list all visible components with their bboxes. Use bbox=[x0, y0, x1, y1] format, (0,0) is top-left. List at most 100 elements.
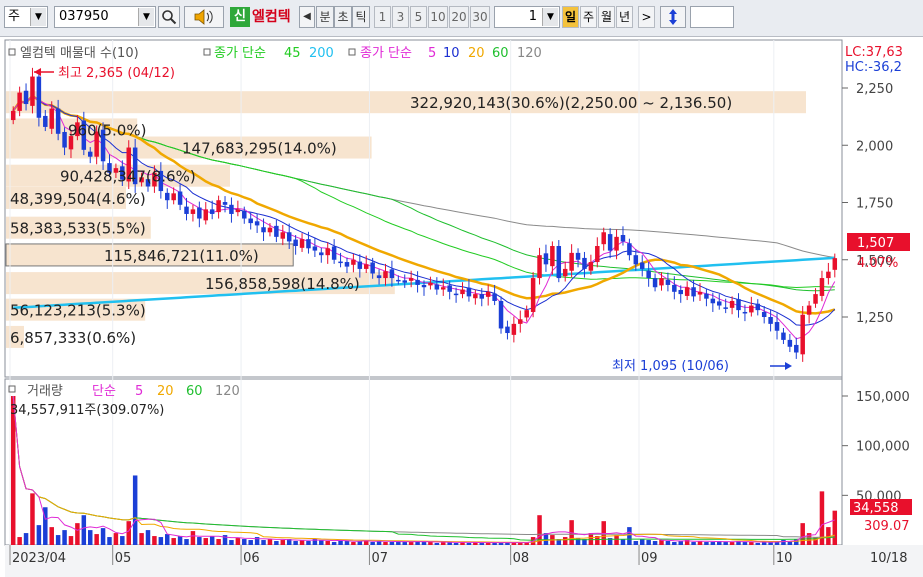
candle-body bbox=[357, 261, 363, 269]
volume-bar bbox=[261, 540, 266, 545]
volume-bar bbox=[639, 539, 645, 545]
candle-body bbox=[569, 252, 574, 271]
volume-bar bbox=[627, 527, 632, 545]
candle-body bbox=[197, 207, 202, 219]
volume-bar bbox=[511, 543, 517, 545]
volume-profile-label: 90,428,347(8.6%) bbox=[60, 168, 196, 186]
candle-body bbox=[826, 271, 831, 279]
volume-bar bbox=[184, 539, 189, 545]
candle-body bbox=[62, 131, 67, 148]
candle-body bbox=[190, 209, 196, 214]
month-button[interactable]: 월 bbox=[598, 6, 615, 28]
volume-bar bbox=[466, 543, 472, 545]
candle-body bbox=[684, 287, 690, 296]
candle-body bbox=[177, 191, 183, 205]
volume-bar bbox=[30, 493, 35, 545]
ma-close-200: 200 bbox=[309, 46, 334, 61]
volume-bar bbox=[126, 521, 131, 545]
last-volume-text: 34,557,911주(309.07%) bbox=[10, 403, 164, 418]
day-button[interactable]: 일 bbox=[562, 6, 579, 28]
low-marker-label: 최저 1,095 (10/06) bbox=[612, 359, 729, 374]
volume-bar bbox=[280, 540, 286, 545]
candle-body bbox=[550, 246, 555, 267]
volume-profile-label: 147,683,295(14.0%) bbox=[182, 140, 337, 158]
candle-body bbox=[363, 264, 369, 269]
candle-body bbox=[505, 326, 510, 334]
volume-bar bbox=[100, 528, 106, 545]
volume-bar bbox=[216, 539, 221, 545]
candle-body bbox=[274, 225, 279, 237]
current-change: 4.07% bbox=[857, 256, 898, 271]
price-tick-label: 1,250 bbox=[856, 311, 893, 326]
updown-button[interactable] bbox=[660, 6, 686, 28]
volume-bar bbox=[729, 542, 735, 545]
speaker-button[interactable] bbox=[184, 6, 224, 28]
candle-body bbox=[697, 291, 703, 295]
period-1-button[interactable]: 1 bbox=[374, 6, 391, 28]
period-3-button[interactable]: 3 bbox=[392, 6, 409, 28]
period-20-button[interactable]: 20 bbox=[449, 6, 469, 28]
market-select[interactable]: 주 ▼ bbox=[4, 6, 48, 28]
volume-profile-label: 115,846,721(11.0%) bbox=[104, 247, 259, 265]
candle-body bbox=[659, 278, 664, 286]
unit-tick-button[interactable]: 틱 bbox=[352, 6, 370, 28]
stock-chart: 322,920,143(30.6%)(2,250.00 ~ 2,136.50) 9… bbox=[4, 39, 923, 577]
candle-body bbox=[678, 289, 683, 295]
next-button[interactable]: > bbox=[638, 6, 655, 28]
candle-body bbox=[652, 278, 658, 288]
volume-bar bbox=[331, 542, 337, 545]
candle-body bbox=[819, 278, 825, 296]
volume-tick-label: 100,000 bbox=[856, 440, 910, 455]
extra-input[interactable] bbox=[690, 6, 734, 28]
candle-body bbox=[312, 246, 318, 251]
unit-min-button[interactable]: 분 bbox=[316, 6, 334, 28]
period-30-button[interactable]: 30 bbox=[470, 6, 490, 28]
candle-body bbox=[620, 235, 626, 242]
volume-bar bbox=[165, 534, 170, 545]
ma-close-45: 45 bbox=[284, 46, 301, 61]
date-tick-label: 05 bbox=[115, 551, 132, 566]
candle-body bbox=[774, 322, 780, 331]
volume-bar bbox=[485, 543, 491, 545]
candle-body bbox=[30, 76, 35, 106]
candle-body bbox=[800, 314, 805, 355]
candle-body bbox=[787, 339, 793, 347]
candle-body bbox=[530, 278, 536, 312]
volume-bar bbox=[75, 523, 80, 545]
new-badge: 신 bbox=[230, 7, 250, 27]
candle-body bbox=[485, 291, 491, 297]
candle-body bbox=[306, 239, 311, 249]
volume-tick-label: 150,000 bbox=[856, 390, 910, 405]
count-input[interactable]: 1 ▼ bbox=[494, 6, 560, 28]
candle-body bbox=[293, 239, 298, 247]
candle-body bbox=[633, 255, 639, 265]
vol-ma-title: 단순 bbox=[92, 384, 116, 399]
prev-button[interactable]: ◀ bbox=[299, 6, 315, 28]
volume-bar bbox=[145, 530, 151, 545]
code-input[interactable]: 037950 ▼ bbox=[54, 6, 156, 28]
candle-body bbox=[614, 236, 619, 251]
chevron-down-icon: ▼ bbox=[542, 8, 558, 26]
current-ratio: 309.07 bbox=[864, 519, 910, 534]
date-tick-label: 09 bbox=[641, 551, 658, 566]
week-button[interactable]: 주 bbox=[580, 6, 597, 28]
candle-body bbox=[23, 90, 29, 105]
candle-body bbox=[575, 252, 581, 260]
date-tick-label: 10 bbox=[776, 551, 793, 566]
search-button[interactable] bbox=[158, 6, 180, 28]
candle-body bbox=[338, 261, 343, 264]
year-button[interactable]: 년 bbox=[616, 6, 633, 28]
candle-body bbox=[209, 209, 215, 214]
candle-body bbox=[319, 252, 324, 256]
candle-body bbox=[473, 294, 478, 299]
volume-bar bbox=[588, 533, 594, 545]
ma-price-60: 60 bbox=[492, 46, 509, 61]
period-5-button[interactable]: 5 bbox=[410, 6, 427, 28]
period-10-button[interactable]: 10 bbox=[428, 6, 448, 28]
volume-profile-label: 156,858,598(14.8%) bbox=[205, 275, 360, 293]
candle-body bbox=[55, 108, 61, 134]
unit-sec-button[interactable]: 초 bbox=[334, 6, 352, 28]
candle-body bbox=[511, 323, 517, 335]
candle-body bbox=[582, 257, 587, 269]
lc-label: LC:37,63 bbox=[845, 45, 903, 60]
